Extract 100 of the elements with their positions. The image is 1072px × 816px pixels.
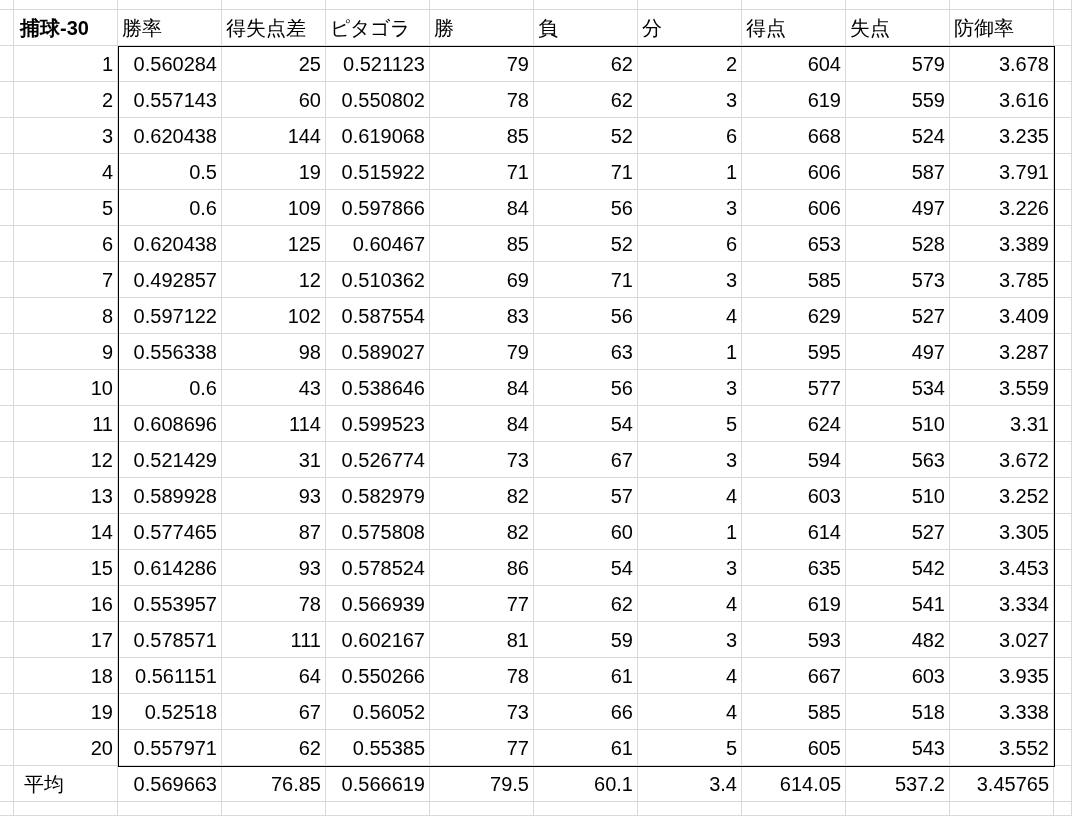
table-cell: 0.553957 xyxy=(118,586,222,622)
table-cell: 56 xyxy=(534,190,638,226)
column-header: 勝 xyxy=(430,10,534,46)
empty-cell xyxy=(0,442,14,478)
column-header: ピタゴラ xyxy=(326,10,430,46)
table-cell: 0.620438 xyxy=(118,118,222,154)
empty-cell xyxy=(0,478,14,514)
table-cell: 59 xyxy=(534,622,638,658)
empty-cell xyxy=(1054,82,1072,118)
table-cell: 629 xyxy=(742,298,846,334)
table-cell: 64 xyxy=(222,658,326,694)
row-label: 19 xyxy=(14,694,118,730)
row-label: 5 xyxy=(14,190,118,226)
table-cell: 3.287 xyxy=(950,334,1054,370)
table-cell: 93 xyxy=(222,550,326,586)
table-cell: 587 xyxy=(846,154,950,190)
empty-cell xyxy=(0,406,14,442)
table-cell: 0.538646 xyxy=(326,370,430,406)
table-cell: 0.602167 xyxy=(326,622,430,658)
table-cell: 0.560284 xyxy=(118,46,222,82)
empty-cell xyxy=(1054,730,1072,766)
table-cell: 82 xyxy=(430,478,534,514)
table-cell: 0.578524 xyxy=(326,550,430,586)
row-label: 7 xyxy=(14,262,118,298)
table-cell: 577 xyxy=(742,370,846,406)
table-cell: 3 xyxy=(638,262,742,298)
table-cell: 497 xyxy=(846,334,950,370)
row-label: 10 xyxy=(14,370,118,406)
table-cell: 0.6 xyxy=(118,370,222,406)
table-cell: 4 xyxy=(638,298,742,334)
table-cell: 0.557971 xyxy=(118,730,222,766)
empty-cell xyxy=(0,298,14,334)
table-cell: 3 xyxy=(638,622,742,658)
table-cell: 3.389 xyxy=(950,226,1054,262)
table-cell: 0.515922 xyxy=(326,154,430,190)
table-cell: 78 xyxy=(430,658,534,694)
table-cell: 60 xyxy=(534,514,638,550)
table-cell: 3.338 xyxy=(950,694,1054,730)
empty-cell xyxy=(0,334,14,370)
table-cell: 102 xyxy=(222,298,326,334)
table-cell: 3.235 xyxy=(950,118,1054,154)
table-cell: 87 xyxy=(222,514,326,550)
table-cell: 73 xyxy=(430,694,534,730)
table-cell: 614.05 xyxy=(742,766,846,802)
table-cell: 12 xyxy=(222,262,326,298)
table-cell: 78 xyxy=(430,82,534,118)
table-cell: 606 xyxy=(742,154,846,190)
empty-cell xyxy=(1054,442,1072,478)
table-cell: 3.935 xyxy=(950,658,1054,694)
table-cell: 585 xyxy=(742,694,846,730)
table-cell: 0.608696 xyxy=(118,406,222,442)
row-label: 平均 xyxy=(14,766,118,802)
table-cell: 71 xyxy=(430,154,534,190)
table-cell: 0.599523 xyxy=(326,406,430,442)
table-cell: 604 xyxy=(742,46,846,82)
table-cell: 4 xyxy=(638,658,742,694)
table-cell: 0.521429 xyxy=(118,442,222,478)
table-cell: 62 xyxy=(534,46,638,82)
empty-cell xyxy=(0,370,14,406)
empty-cell xyxy=(1054,514,1072,550)
table-cell: 593 xyxy=(742,622,846,658)
table-cell: 0.56052 xyxy=(326,694,430,730)
row-label: 17 xyxy=(14,622,118,658)
table-cell: 3.785 xyxy=(950,262,1054,298)
table-cell: 0.60467 xyxy=(326,226,430,262)
table-cell: 603 xyxy=(846,658,950,694)
table-cell: 69 xyxy=(430,262,534,298)
table-cell: 527 xyxy=(846,298,950,334)
table-cell: 54 xyxy=(534,406,638,442)
table-cell: 83 xyxy=(430,298,534,334)
table-cell: 543 xyxy=(846,730,950,766)
empty-cell xyxy=(1054,226,1072,262)
table-cell: 0.521123 xyxy=(326,46,430,82)
empty-cell xyxy=(0,118,14,154)
table-cell: 77 xyxy=(430,586,534,622)
table-cell: 71 xyxy=(534,262,638,298)
table-cell: 0.6 xyxy=(118,190,222,226)
table-cell: 595 xyxy=(742,334,846,370)
table-cell: 73 xyxy=(430,442,534,478)
table-cell: 518 xyxy=(846,694,950,730)
table-cell: 3.4 xyxy=(638,766,742,802)
table-cell: 61 xyxy=(534,730,638,766)
table-cell: 482 xyxy=(846,622,950,658)
table-cell: 3 xyxy=(638,442,742,478)
table-cell: 0.569663 xyxy=(118,766,222,802)
row-label: 2 xyxy=(14,82,118,118)
empty-cell xyxy=(0,82,14,118)
table-cell: 594 xyxy=(742,442,846,478)
empty-cell xyxy=(1054,658,1072,694)
table-cell: 573 xyxy=(846,262,950,298)
table-cell: 56 xyxy=(534,370,638,406)
table-cell: 524 xyxy=(846,118,950,154)
table-cell: 3.45765 xyxy=(950,766,1054,802)
row-label: 18 xyxy=(14,658,118,694)
table-cell: 3.31 xyxy=(950,406,1054,442)
sheet-title: 捕球-30 xyxy=(14,10,118,46)
empty-cell xyxy=(1054,478,1072,514)
table-cell: 63 xyxy=(534,334,638,370)
table-cell: 0.510362 xyxy=(326,262,430,298)
table-cell: 3.672 xyxy=(950,442,1054,478)
